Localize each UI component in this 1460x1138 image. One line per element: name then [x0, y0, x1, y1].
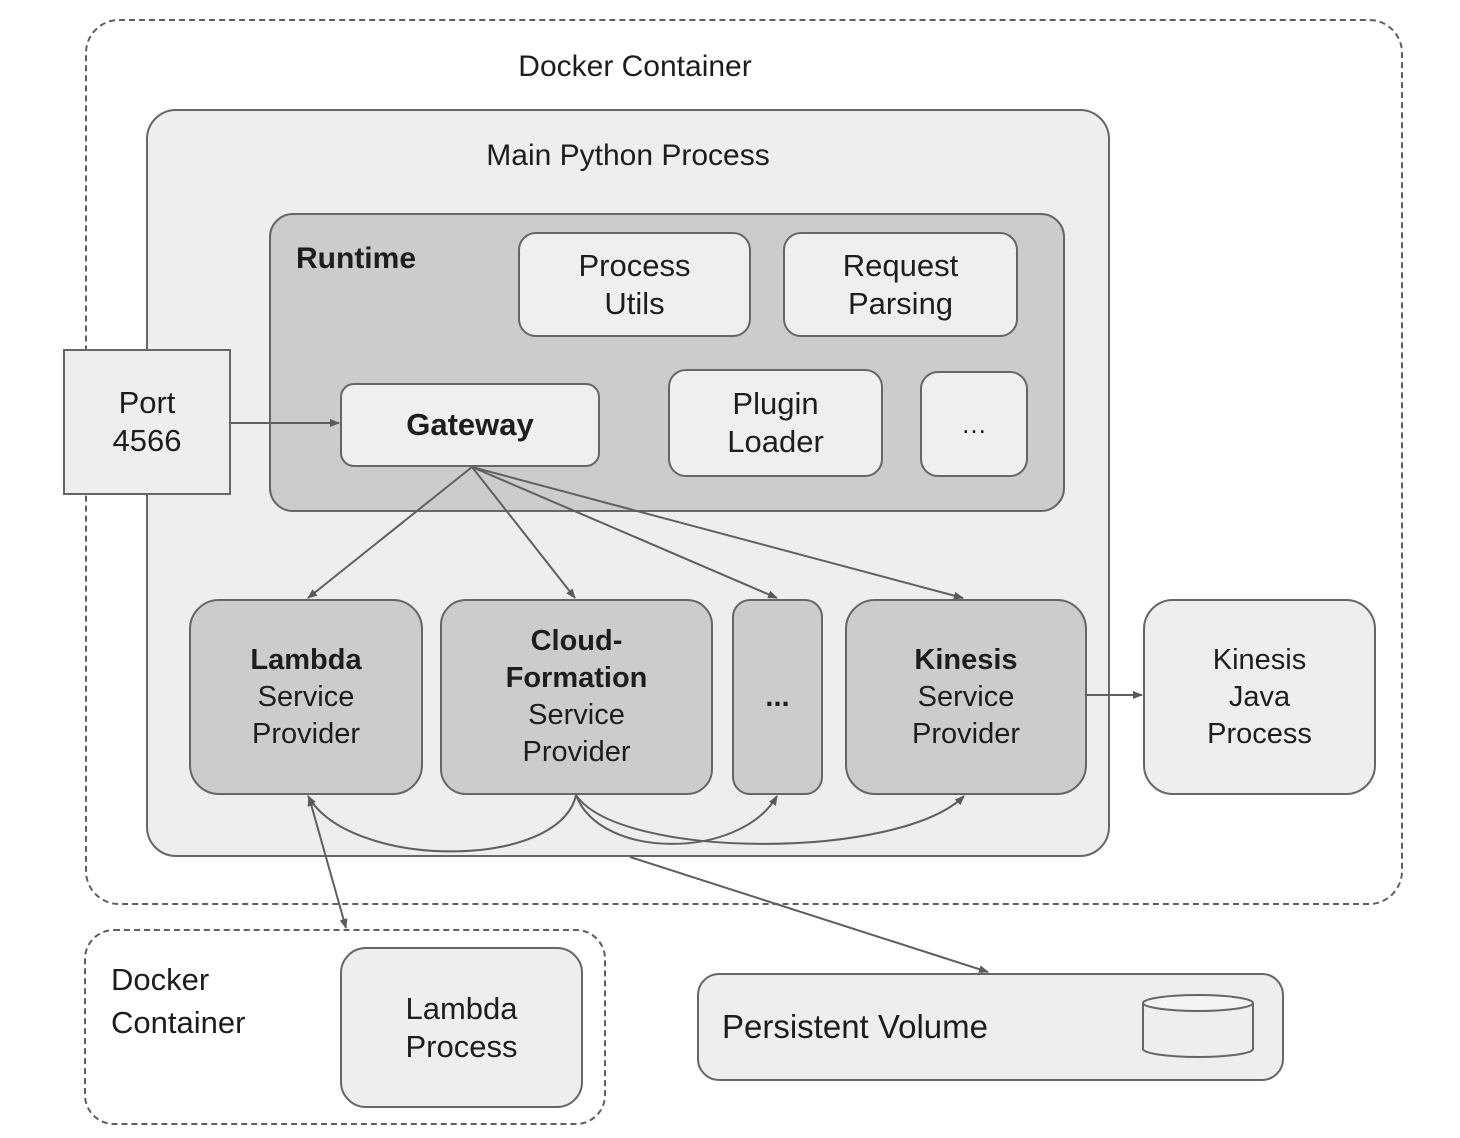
cloudformation-title-1: Cloud- [530, 625, 623, 657]
cloudformation-subtitle-2: Provider [522, 736, 631, 768]
plugin-loader-line-2: Loader [727, 424, 824, 459]
kinesis-provider-subtitle-2: Provider [912, 717, 1020, 750]
lambda-provider-title: Lambda [250, 643, 362, 676]
cloudformation-service-provider: Cloud- Formation Service Provider [440, 599, 713, 795]
kinesis-java-process: Kinesis Java Process [1143, 599, 1376, 795]
process-utils-component: Process Utils [518, 232, 751, 337]
request-parsing-line-1: Request [842, 247, 959, 283]
persistent-volume-label: Persistent Volume [722, 1008, 988, 1045]
kinesis-provider-subtitle-1: Service [917, 680, 1015, 713]
process-utils-line-1: Process [578, 247, 691, 283]
cloudformation-subtitle-1: Service [528, 699, 625, 731]
kinesis-java-line-3: Process [1207, 717, 1312, 750]
port-number: 4566 [112, 423, 182, 458]
request-parsing-line-2: Parsing [847, 285, 954, 321]
runtime-label: Runtime [296, 242, 416, 275]
lambda-service-provider: Lambda Service Provider [189, 599, 423, 795]
plugin-loader-line-1: Plugin [732, 386, 819, 421]
kinesis-java-line-1: Kinesis [1212, 643, 1307, 676]
port-label: Port [118, 385, 176, 420]
gateway-label: Gateway [406, 407, 534, 442]
lambda-process: Lambda Process [340, 947, 583, 1108]
port-4566: Port 4566 [63, 349, 231, 495]
lambda-process-line-2: Process [405, 1028, 518, 1064]
main-python-process-label: Main Python Process [486, 139, 770, 172]
lambda-container-label-1: Docker [111, 962, 210, 997]
database-cylinder-icon [1142, 994, 1254, 1058]
docker-container-outer-label: Docker Container [518, 50, 752, 83]
runtime-more-component: … [920, 371, 1028, 477]
lambda-docker-container-label: Docker Container [111, 958, 245, 1044]
cloudformation-title-2: Formation [505, 662, 648, 694]
lambda-provider-subtitle-1: Service [257, 680, 355, 713]
lambda-process-line-1: Lambda [405, 990, 518, 1026]
kinesis-provider-title: Kinesis [914, 643, 1018, 676]
lambda-provider-subtitle-2: Provider [252, 717, 360, 750]
plugin-loader-component: Plugin Loader [668, 369, 883, 477]
more-service-provider: ... [732, 599, 823, 795]
runtime-more-ellipsis: … [961, 409, 987, 439]
kinesis-service-provider: Kinesis Service Provider [845, 599, 1087, 795]
gateway-component: Gateway [340, 383, 600, 467]
request-parsing-component: Request Parsing [783, 232, 1018, 337]
process-utils-line-2: Utils [604, 285, 665, 321]
kinesis-java-line-2: Java [1228, 680, 1291, 713]
more-provider-ellipsis: ... [765, 680, 790, 713]
lambda-container-label-2: Container [111, 1005, 246, 1040]
